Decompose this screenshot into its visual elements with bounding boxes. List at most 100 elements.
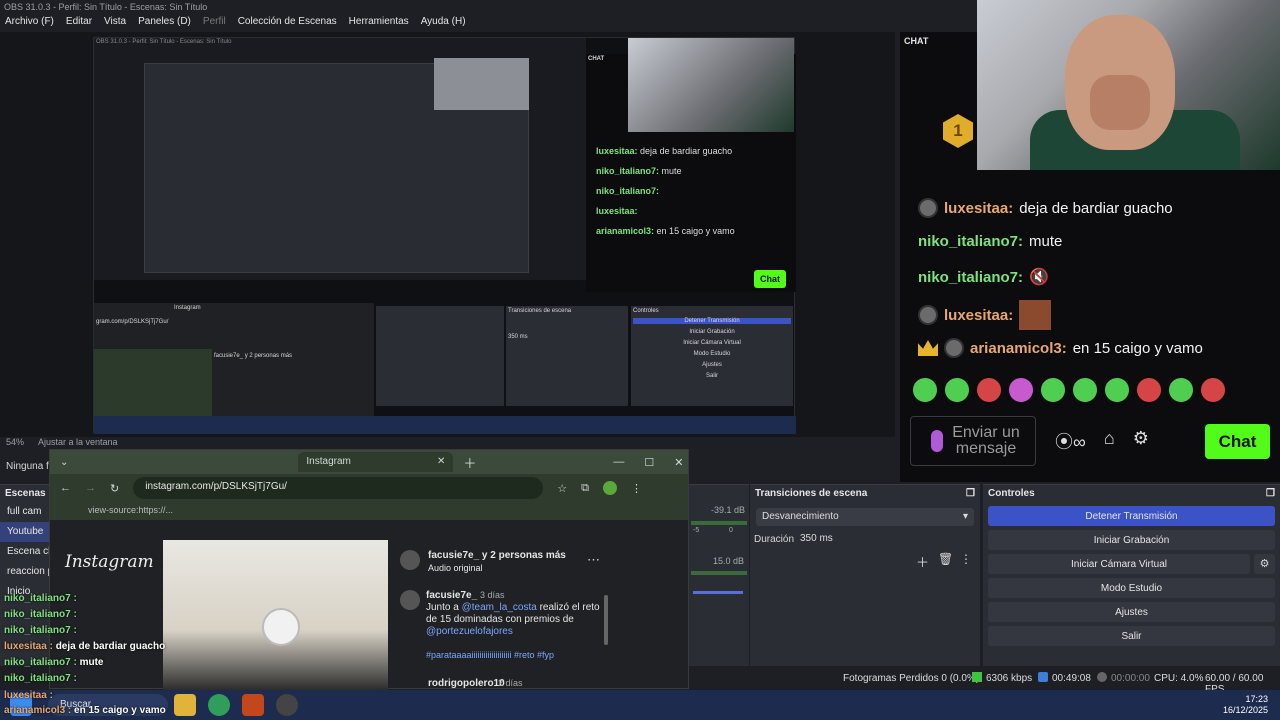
settings-button[interactable]: Ajustes xyxy=(988,602,1275,622)
transitions-title: Transiciones de escena xyxy=(755,488,868,499)
emote-icon[interactable] xyxy=(1105,378,1129,402)
emote-icon[interactable] xyxy=(913,378,937,402)
url-field[interactable]: instagram.com/p/DSLKSjTj7Gu/ xyxy=(133,477,544,499)
post-author[interactable]: facusie7e_ y 2 personas más xyxy=(428,550,566,561)
emote-icon[interactable] xyxy=(1169,378,1193,402)
instagram-logo[interactable]: Instagram xyxy=(65,552,154,572)
menu-ayuda[interactable]: Ayuda (H) xyxy=(421,16,466,30)
emote-icon[interactable] xyxy=(1201,378,1225,402)
file-explorer-icon[interactable] xyxy=(174,694,196,716)
chat-username[interactable]: niko_italiano7: xyxy=(918,233,1023,250)
reply-user[interactable]: rodrigopolero10 xyxy=(428,678,505,689)
comments-scrollbar[interactable] xyxy=(604,595,608,645)
kebab-menu-icon[interactable]: ⋮ xyxy=(631,482,642,495)
chrome-icon[interactable] xyxy=(208,694,230,716)
volume-slider[interactable] xyxy=(693,591,743,594)
mention-link[interactable]: @team_la_costa xyxy=(462,602,537,613)
star-icon[interactable]: ☆ xyxy=(557,482,567,495)
kebab-menu-icon[interactable]: ⋮ xyxy=(960,552,972,566)
mic-icon[interactable] xyxy=(931,430,943,452)
stop-stream-button[interactable]: Detener Transmisión xyxy=(988,506,1275,526)
gear-icon[interactable]: ⚙ xyxy=(1254,554,1275,574)
scene-item[interactable]: full cam xyxy=(0,502,52,522)
app-icon[interactable] xyxy=(242,694,264,716)
virtual-camera-button[interactable]: Iniciar Cámara Virtual xyxy=(988,554,1250,574)
scene-item[interactable]: reaccion p xyxy=(0,562,52,582)
duration-input[interactable]: 350 ms xyxy=(794,530,974,548)
chat-username[interactable]: niko_italiano7: xyxy=(918,269,1023,286)
emote-icon[interactable] xyxy=(1137,378,1161,402)
chat-message-input[interactable]: Enviar un mensaje xyxy=(910,416,1036,466)
bookmark-item[interactable]: view-source:https://... xyxy=(88,505,173,515)
avatar[interactable] xyxy=(400,590,420,610)
preview-canvas[interactable]: OBS 31.0.3 - Perfil: Sin Título - Escena… xyxy=(93,37,796,434)
more-icon[interactable]: ⋯ xyxy=(587,552,600,568)
trash-icon[interactable]: 🗑 xyxy=(938,552,953,566)
menu-vista[interactable]: Vista xyxy=(104,16,126,30)
browser-tab[interactable]: Instagram ✕ xyxy=(298,452,454,472)
chat-username[interactable]: luxesitaa: xyxy=(944,200,1013,217)
comment-user[interactable]: facusie7e_ xyxy=(426,590,477,601)
emote-icon[interactable] xyxy=(1009,378,1033,402)
signal-icon xyxy=(972,672,982,682)
add-transition-icon[interactable]: ＋ xyxy=(916,552,929,571)
transition-select-value: Desvanecimiento xyxy=(762,511,839,522)
new-tab-icon[interactable]: ＋ xyxy=(463,453,476,472)
community-icon[interactable]: ⦿∞ xyxy=(1055,428,1086,454)
dock-float-icon[interactable]: ❐ xyxy=(966,488,975,499)
overlay-chat-line: niko_italiano7 : mute xyxy=(4,657,104,668)
start-recording-button[interactable]: Iniciar Grabación xyxy=(988,530,1275,550)
chevron-down-icon: ▾ xyxy=(962,511,968,522)
hashtags[interactable]: #parataaaaiiiiiiiiiiiiiiiiiiii #reto #fy… xyxy=(426,650,554,660)
chat-send-button[interactable]: Chat xyxy=(1205,424,1270,459)
studio-mode-button[interactable]: Modo Estudio xyxy=(988,578,1275,598)
scene-item[interactable]: Escena clas xyxy=(0,542,52,562)
back-icon[interactable]: ← xyxy=(60,482,71,494)
mini-controls: Controles Detener Transmisión Iniciar Gr… xyxy=(631,306,793,406)
emote-icon[interactable] xyxy=(1073,378,1097,402)
store-icon[interactable]: ⌂ xyxy=(1104,428,1115,454)
emote-row xyxy=(913,378,1233,406)
browser-tab-strip: ⌄ Instagram ✕ ＋ — ☐ ✕ xyxy=(50,450,688,474)
transition-select[interactable]: Desvanecimiento ▾ xyxy=(756,508,974,526)
mention-link[interactable]: @portezuelofajores xyxy=(426,626,513,637)
zoom-level[interactable]: 54% xyxy=(6,437,24,451)
emote-icon[interactable] xyxy=(977,378,1001,402)
comment-age: 3 días xyxy=(479,590,505,600)
audio-label[interactable]: Audio original xyxy=(428,563,483,573)
close-icon[interactable]: ✕ xyxy=(437,456,445,468)
mini-ctrl-title: Controles xyxy=(633,308,659,314)
menu-paneles[interactable]: Paneles (D) xyxy=(138,16,191,30)
dock-float-icon[interactable]: ❐ xyxy=(1266,488,1275,499)
gear-icon[interactable]: ⚙ xyxy=(1133,428,1149,454)
chat-username[interactable]: luxesitaa: xyxy=(944,307,1013,324)
minimize-icon[interactable]: — xyxy=(613,456,624,468)
mixer-tick: -5 xyxy=(693,527,700,534)
mini-webcam xyxy=(434,58,529,110)
profile-avatar[interactable] xyxy=(602,481,617,495)
menu-editar[interactable]: Editar xyxy=(66,16,92,30)
system-clock[interactable]: 17:23 16/12/2025 xyxy=(1223,694,1268,716)
menu-coleccion[interactable]: Colección de Escenas xyxy=(238,16,337,30)
duration-label: Duración xyxy=(754,534,795,545)
menu-archivo[interactable]: Archivo (F) xyxy=(5,16,54,30)
emote-icon[interactable] xyxy=(945,378,969,402)
tab-search-icon[interactable]: ⌄ xyxy=(60,457,68,468)
scene-item-selected[interactable]: Youtube xyxy=(0,522,52,542)
exit-button[interactable]: Salir xyxy=(988,626,1275,646)
avatar[interactable] xyxy=(400,550,420,570)
menu-perfil[interactable]: Perfil xyxy=(203,16,226,30)
close-window-icon[interactable]: ✕ xyxy=(674,456,683,469)
reload-icon[interactable]: ↻ xyxy=(110,482,119,495)
forward-icon[interactable]: → xyxy=(85,482,96,494)
overlay-chat-line: niko_italiano7 : xyxy=(4,593,77,604)
obs-icon[interactable] xyxy=(276,694,298,716)
extensions-icon[interactable]: ⧉ xyxy=(581,482,589,495)
maximize-icon[interactable]: ☐ xyxy=(644,456,654,469)
mini-chat-msg: luxesitaa: deja de bardiar guacho xyxy=(596,146,733,156)
face-emote-icon xyxy=(1019,300,1052,330)
bitrate: 6306 kbps xyxy=(986,673,1033,684)
menu-herramientas[interactable]: Herramientas xyxy=(349,16,409,30)
emote-icon[interactable] xyxy=(1041,378,1065,402)
chat-username[interactable]: arianamicol3: xyxy=(970,340,1067,357)
